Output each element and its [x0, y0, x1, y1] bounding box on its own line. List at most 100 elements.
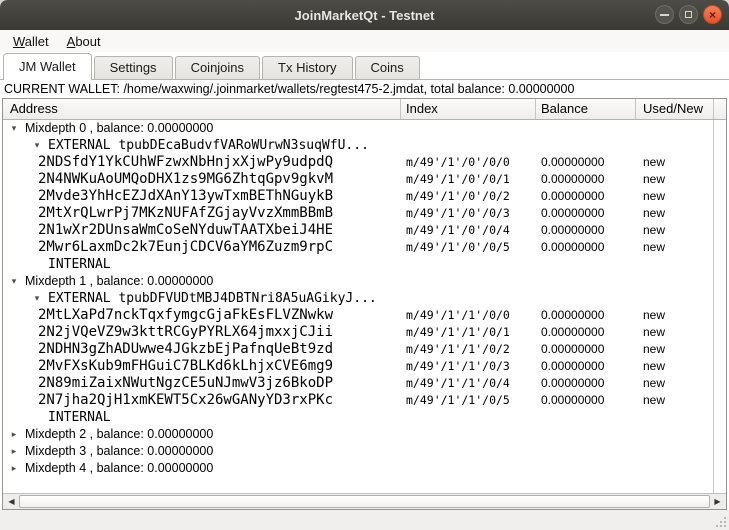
tab-settings[interactable]: Settings — [94, 56, 173, 79]
tab-coinjoins[interactable]: Coinjoins — [175, 56, 260, 79]
tree-row-address-label: 2NDHN3gZhADUwwe4JGkzbEjPafnqUeBt9zd — [38, 341, 333, 358]
tree-row-address[interactable]: 2N7jha2QjH1xmKEWT5Cx26wGANyYD3rxPKcm/49'… — [3, 392, 713, 409]
address-balance: 0.00000000 — [541, 239, 604, 256]
tree-row-address[interactable]: 2N89miZaixNWutNgzCE5uNJmwV3jz6BkoDPm/49'… — [3, 375, 713, 392]
scroll-right-icon[interactable]: ▶ — [710, 495, 725, 509]
tree-row-branch[interactable]: ▾ EXTERNAL tpubDFVUDtMBJ4DBTNri8A5uAGikyJ… — [3, 290, 713, 307]
tree-row-mixdepth-label: Mixdepth 1 , balance: 0.00000000 — [25, 273, 213, 290]
tree-row-branch-label: INTERNAL — [48, 409, 111, 426]
menu-item-wallet[interactable]: Wallet — [4, 32, 58, 51]
close-button[interactable]: × — [703, 5, 722, 24]
tab-coins[interactable]: Coins — [355, 56, 420, 79]
column-header-index[interactable]: Index — [401, 99, 536, 119]
tree-row-address-label: 2NDSfdY1YkCUhWFzwxNbHnjxXjwPy9udpdQ — [38, 154, 333, 171]
app-window: JoinMarketQt - Testnet × WalletAbout JM … — [0, 0, 729, 530]
tab-bar: JM WalletSettingsCoinjoinsTx HistoryCoin… — [0, 52, 729, 80]
tree-row-mixdepth[interactable]: ▸Mixdepth 4 , balance: 0.00000000 — [3, 460, 713, 477]
tab-tx-history[interactable]: Tx History — [262, 56, 353, 79]
address-index: m/49'/1'/0'/0/3 — [406, 205, 510, 222]
horizontal-scrollbar[interactable]: ◀ ▶ — [3, 493, 726, 509]
tree-row-mixdepth[interactable]: ▸Mixdepth 2 , balance: 0.00000000 — [3, 426, 713, 443]
address-index: m/49'/1'/1'/0/2 — [406, 341, 510, 358]
maximize-button[interactable] — [679, 5, 698, 24]
expand-arrow-icon[interactable]: ▸ — [8, 460, 20, 477]
tree-row-mixdepth[interactable]: ▾ Mixdepth 1 , balance: 0.00000000 — [3, 273, 713, 290]
tree-row-branch-label: INTERNAL — [48, 256, 111, 273]
address-balance: 0.00000000 — [541, 188, 604, 205]
address-status: new — [643, 205, 665, 222]
address-index: m/49'/1'/1'/0/4 — [406, 375, 510, 392]
address-status: new — [643, 324, 665, 341]
resize-grip-icon[interactable] — [716, 517, 726, 527]
address-index: m/49'/1'/0'/0/4 — [406, 222, 510, 239]
minimize-button[interactable] — [655, 5, 674, 24]
column-header-filler — [714, 99, 726, 119]
tree-row-address[interactable]: 2NDHN3gZhADUwwe4JGkzbEjPafnqUeBt9zd m/49'… — [3, 341, 713, 358]
address-status: new — [643, 239, 665, 256]
address-index: m/49'/1'/1'/0/3 — [406, 358, 510, 375]
collapse-arrow-icon[interactable]: ▾ — [31, 137, 43, 154]
tree-row-address[interactable]: 2N4NWKuAoUMQoDHX1zs9MG6ZhtqGpv9gkvMm/49'… — [3, 171, 713, 188]
tree-row-branch-label: EXTERNAL tpubDFVUDtMBJ4DBTNri8A5uAGikyJ.… — [48, 290, 377, 307]
tree-row-mixdepth-label: Mixdepth 3 , balance: 0.00000000 — [25, 443, 213, 460]
tree-row-address[interactable]: 2Mvde3YhHcEZJdXAnY13ywTxmBEThNGuykBm/49'… — [3, 188, 713, 205]
tree-row-address-label: 2N2jVQeVZ9w3kttRCGyPYRLX64jmxxjCJii — [38, 324, 333, 341]
address-status: new — [643, 341, 665, 358]
tree-row-address[interactable]: 2N1wXr2DUnsaWmCoSeNYduwTAATXbeiJ4HE m/49'… — [3, 222, 713, 239]
scrollbar-thumb[interactable] — [19, 495, 710, 508]
address-balance: 0.00000000 — [541, 205, 604, 222]
address-balance: 0.00000000 — [541, 375, 604, 392]
tree-row-mixdepth[interactable]: ▾ Mixdepth 0 , balance: 0.00000000 — [3, 120, 713, 137]
expand-arrow-icon[interactable]: ▸ — [8, 443, 20, 460]
collapse-arrow-icon[interactable]: ▾ — [8, 273, 20, 290]
scroll-left-icon[interactable]: ◀ — [4, 495, 19, 509]
column-header-used-new[interactable]: Used/New — [636, 99, 714, 119]
tree-row-address-label: 2MtLXaPd7nckTqxfymgcGjaFkEsFLVZNwkw — [38, 307, 333, 324]
collapse-arrow-icon[interactable]: ▾ — [31, 290, 43, 307]
address-status: new — [643, 222, 665, 239]
current-wallet-banner: CURRENT WALLET: /home/waxwing/.joinmarke… — [4, 82, 727, 97]
titlebar-buttons: × — [655, 5, 722, 24]
tree-row-address-label: 2Mwr6LaxmDc2k7EunjCDCV6aYM6Zuzm9rpC — [38, 239, 333, 256]
address-status: new — [643, 392, 665, 409]
address-balance: 0.00000000 — [541, 307, 604, 324]
tree-row-branch[interactable]: INTERNAL — [3, 256, 713, 273]
address-status: new — [643, 154, 665, 171]
expand-arrow-icon[interactable]: ▸ — [8, 426, 20, 443]
address-status: new — [643, 188, 665, 205]
tree-row-branch[interactable]: INTERNAL — [3, 409, 713, 426]
tree-row-mixdepth[interactable]: ▸ Mixdepth 3 , balance: 0.00000000 — [3, 443, 713, 460]
tree-row-address[interactable]: 2MvFXsKub9mFHGuiC7BLKd6kLhjxCVE6mg9 m/49'… — [3, 358, 713, 375]
address-balance: 0.00000000 — [541, 222, 604, 239]
column-header-balance[interactable]: Balance — [536, 99, 636, 119]
column-header-address[interactable]: Address — [3, 99, 401, 119]
address-index: m/49'/1'/0'/0/0 — [406, 154, 510, 171]
title-bar[interactable]: JoinMarketQt - Testnet × — [0, 0, 729, 30]
tree-row-address[interactable]: 2MtXrQLwrPj7MKzNUFAfZGjayVvzXmmBBmB m/49'… — [3, 205, 713, 222]
vertical-scrollbar[interactable] — [713, 120, 726, 493]
tab-jm-wallet[interactable]: JM Wallet — [3, 53, 92, 80]
tree-row-branch[interactable]: ▾ EXTERNAL tpubDEcaBudvfVARoWUrwN3suqWfU.… — [3, 137, 713, 154]
tree-row-address-label: 2N1wXr2DUnsaWmCoSeNYduwTAATXbeiJ4HE — [38, 222, 333, 239]
address-status: new — [643, 171, 665, 188]
tree-row-address[interactable]: 2NDSfdY1YkCUhWFzwxNbHnjxXjwPy9udpdQ m/49'… — [3, 154, 713, 171]
address-index: m/49'/1'/0'/0/2 — [406, 188, 510, 205]
address-balance: 0.00000000 — [541, 171, 604, 188]
address-index: m/49'/1'/1'/0/1 — [406, 324, 510, 341]
tree-rows: ▾Mixdepth 0 , balance: 0.00000000▾EXTERN… — [3, 120, 713, 477]
tree-row-address[interactable]: 2N2jVQeVZ9w3kttRCGyPYRLX64jmxxjCJii m/49'… — [3, 324, 713, 341]
menu-item-about[interactable]: About — [58, 32, 110, 51]
collapse-arrow-icon[interactable]: ▾ — [8, 120, 20, 137]
tree-row-address-label: 2MtXrQLwrPj7MKzNUFAfZGjayVvzXmmBBmB — [38, 205, 333, 222]
tree-row-address[interactable]: 2MtLXaPd7nckTqxfymgcGjaFkEsFLVZNwkwm/49'… — [3, 307, 713, 324]
tree-row-branch-label: EXTERNAL tpubDEcaBudvfVARoWUrwN3suqWfU..… — [48, 137, 369, 154]
tree-row-address-label: 2MvFXsKub9mFHGuiC7BLKd6kLhjxCVE6mg9 — [38, 358, 333, 375]
tree-row-mixdepth-label: Mixdepth 0 , balance: 0.00000000 — [25, 120, 213, 137]
address-index: m/49'/1'/1'/0/5 — [406, 392, 510, 409]
tree-row-address[interactable]: 2Mwr6LaxmDc2k7EunjCDCV6aYM6Zuzm9rpC m/49'… — [3, 239, 713, 256]
status-bar — [0, 510, 729, 530]
address-index: m/49'/1'/0'/0/5 — [406, 239, 510, 256]
address-balance: 0.00000000 — [541, 392, 604, 409]
address-balance: 0.00000000 — [541, 341, 604, 358]
address-index: m/49'/1'/0'/0/1 — [406, 171, 510, 188]
